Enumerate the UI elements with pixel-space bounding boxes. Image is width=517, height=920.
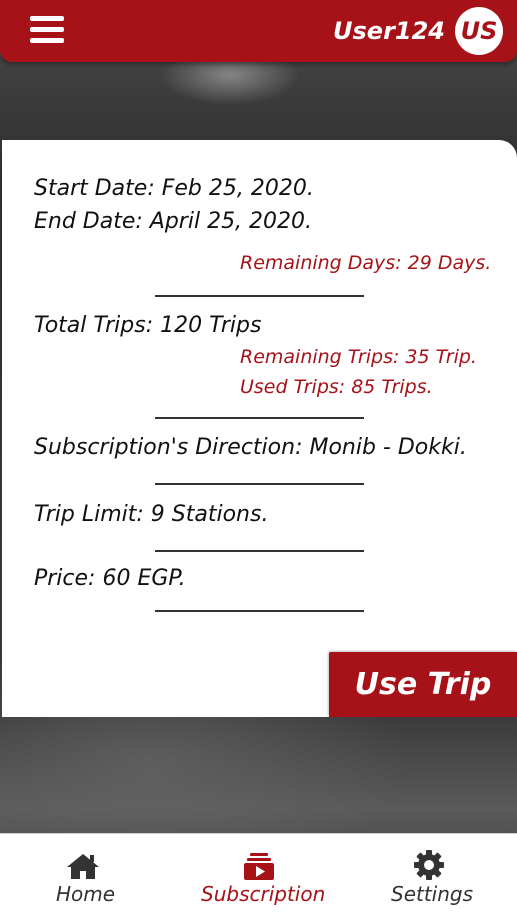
remaining-days: Remaining Days: 29 Days. bbox=[240, 252, 492, 274]
gear-icon bbox=[414, 850, 444, 880]
divider bbox=[155, 483, 364, 485]
start-date: Start Date: Feb 25, 2020. bbox=[34, 176, 314, 201]
total-trips: Total Trips: 120 Trips bbox=[34, 313, 262, 338]
price: Price: 60 EGP. bbox=[34, 566, 186, 591]
divider bbox=[155, 417, 364, 419]
nav-item-home[interactable]: Home bbox=[40, 834, 130, 920]
subscription-details-card: Start Date: Feb 25, 2020. End Date: Apri… bbox=[2, 140, 517, 717]
nav-label-settings: Settings bbox=[391, 882, 474, 906]
divider bbox=[155, 295, 364, 297]
divider bbox=[155, 610, 364, 612]
top-app-bar: User124 US bbox=[0, 0, 517, 62]
used-trips: Used Trips: 85 Trips. bbox=[240, 376, 433, 398]
trip-limit: Trip Limit: 9 Stations. bbox=[34, 502, 269, 527]
nav-label-subscription: Subscription bbox=[201, 882, 326, 906]
subscription-icon bbox=[244, 853, 274, 880]
use-trip-button[interactable]: Use Trip bbox=[329, 652, 517, 717]
end-date: End Date: April 25, 2020. bbox=[34, 209, 313, 234]
nav-item-subscription[interactable]: Subscription bbox=[195, 834, 325, 920]
divider bbox=[155, 550, 364, 552]
hamburger-menu-icon[interactable] bbox=[30, 16, 64, 44]
bottom-navigation: Home Subscription Settings bbox=[0, 833, 517, 920]
remaining-trips: Remaining Trips: 35 Trip. bbox=[240, 346, 477, 368]
nav-item-settings[interactable]: Settings bbox=[385, 834, 480, 920]
home-icon bbox=[67, 854, 99, 879]
nav-label-home: Home bbox=[56, 882, 116, 906]
user-avatar[interactable]: US bbox=[455, 7, 503, 55]
username-label: User124 bbox=[333, 17, 445, 45]
subscription-direction: Subscription's Direction: Monib - Dokki. bbox=[34, 435, 467, 460]
